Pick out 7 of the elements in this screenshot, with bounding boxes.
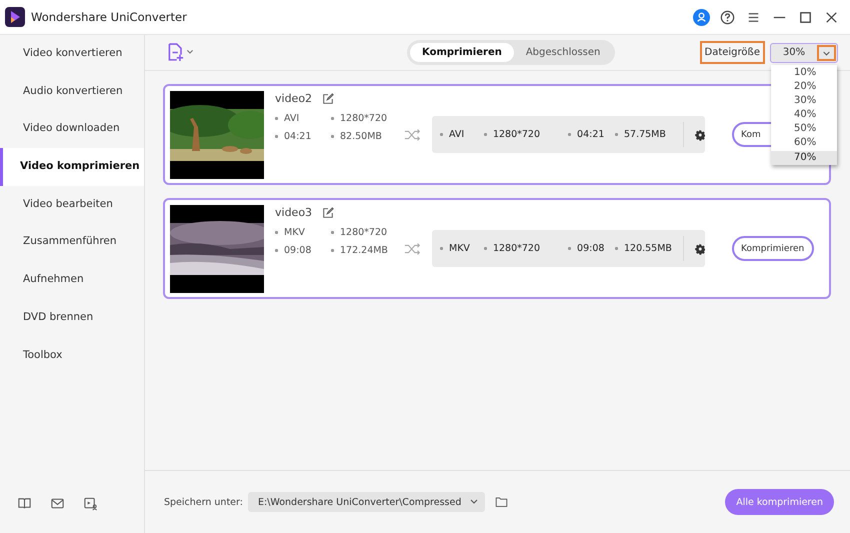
save-path: E:\Wondershare UniConverter\Compressed — [258, 496, 462, 508]
window-title: Wondershare UniConverter — [31, 10, 187, 24]
file-size-label: Dateigröße — [700, 41, 765, 64]
save-location-label: Speichern unter: — [164, 496, 243, 508]
video-name: video3 — [275, 206, 312, 219]
dropdown-value: 30% — [782, 47, 806, 58]
video-name: video2 — [275, 92, 312, 105]
